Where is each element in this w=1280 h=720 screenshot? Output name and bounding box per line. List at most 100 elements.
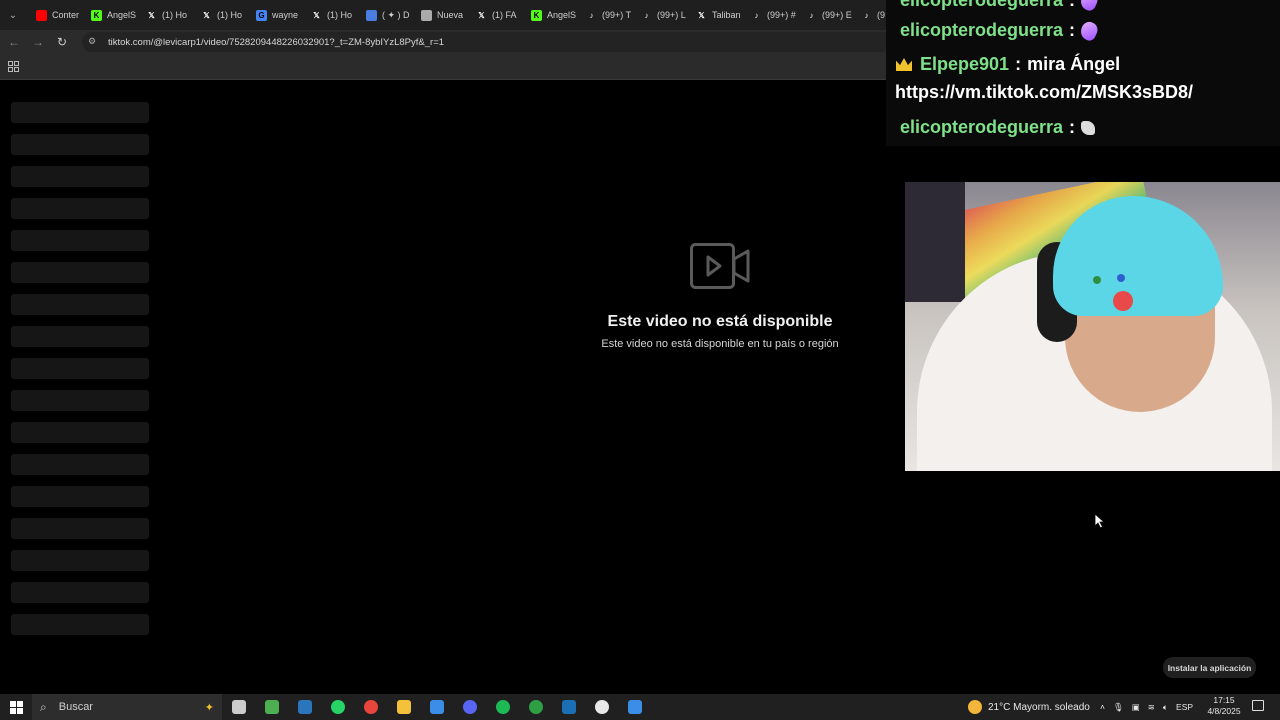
kick-icon: K <box>531 9 542 21</box>
chat-message: elicopterodeguerra : <box>900 18 1101 43</box>
network-icon[interactable]: ▣ <box>1132 702 1140 713</box>
tab-title: (1) Ho <box>217 10 243 20</box>
steam-icon[interactable] <box>552 694 585 720</box>
chat-username: Elpepe901 <box>920 54 1010 74</box>
tab-title: Conter <box>52 10 80 20</box>
kick-icon: K <box>91 9 102 21</box>
chat-username: elicopterodeguerra <box>900 0 1064 10</box>
skeleton-row <box>11 518 149 539</box>
tab-title: (9 <box>877 10 886 20</box>
tiktok-icon: ♪ <box>864 10 869 20</box>
tab-title: Taliban <box>712 10 741 20</box>
clock[interactable]: 17:15 4/8/2025 <box>1201 695 1247 717</box>
tab-search-dropdown-icon[interactable]: ⌄ <box>4 6 22 24</box>
video-unavailable-icon <box>690 243 750 289</box>
skeleton-row <box>11 582 149 603</box>
steam-icon[interactable] <box>288 694 321 720</box>
chrome-icon <box>421 9 432 21</box>
browser-tab[interactable]: Nueva <box>415 2 470 28</box>
tiktok-icon: ♪ <box>754 10 759 20</box>
tiktok-icon: ♪ <box>644 10 649 20</box>
microphone-icon[interactable]: 🎙︎ <box>1113 702 1124 713</box>
tab-title: Nueva <box>437 10 464 20</box>
apps-grid-icon[interactable] <box>8 61 19 72</box>
app-icon[interactable] <box>420 694 453 720</box>
chat-link: https://vm.tiktok.com/ZMSK3sBD8/ <box>895 82 1194 102</box>
forward-icon[interactable]: → <box>28 32 48 52</box>
minecraft-icon[interactable] <box>255 694 288 720</box>
screen: ⌄ Conter K AngelS 𝕏 (1) Ho 𝕏 (1) Ho Gwayne 𝕏 (1) … <box>0 0 1280 720</box>
skeleton-row <box>11 326 149 347</box>
skeleton-row <box>11 614 149 635</box>
webcam-overlay <box>905 182 1280 471</box>
hands-emote-icon <box>1081 120 1096 135</box>
skeleton-row <box>11 102 149 123</box>
sparkle-icon: ✦ <box>204 701 214 714</box>
unavailable-title: Este video no está disponible <box>607 313 833 330</box>
browser-tab[interactable]: ♪ (99+) T <box>580 2 635 28</box>
x-icon: 𝕏 <box>148 10 155 20</box>
skeleton-row <box>11 550 149 571</box>
back-icon[interactable]: ← <box>4 32 24 52</box>
spotify-icon[interactable] <box>486 694 519 720</box>
whatsapp-icon[interactable] <box>321 694 354 720</box>
system-tray: ˄ 🎙︎ ▣ ≋ 🔈︎ ESP <box>1100 694 1193 720</box>
language-indicator[interactable]: ESP <box>1176 702 1193 712</box>
xbox-icon[interactable] <box>519 694 552 720</box>
stream-chat-overlay: elicopterodeguerra : elicopterodeguerra … <box>886 0 1280 146</box>
browser-tab[interactable]: 𝕏 (1) Ho <box>140 2 195 28</box>
clock-date: 4/8/2025 <box>1207 706 1241 716</box>
weather-widget[interactable]: 21°C Mayorm. soleado <box>968 694 1090 720</box>
discord-icon[interactable] <box>453 694 486 720</box>
search-placeholder: Buscar <box>58 701 93 713</box>
volume-icon[interactable]: 🔈︎ <box>1163 702 1168 713</box>
tab-title: (99+) T <box>602 10 632 20</box>
browser-tab[interactable]: ♪ (99+) # <box>745 2 800 28</box>
wifi-icon[interactable]: ≋ <box>1148 702 1155 713</box>
browser-tab[interactable]: K AngelS <box>85 2 140 28</box>
browser-tab[interactable]: K AngelS <box>525 2 580 28</box>
browser-tab[interactable]: 𝕏 (1) FA <box>470 2 525 28</box>
skeleton-row <box>11 390 149 411</box>
browser-tab[interactable]: 𝕏 (1) Ho <box>195 2 250 28</box>
taskbar: ⌕ Buscar ✦ 21°C Mayorm. soleado ˄ 🎙︎ ▣ ≋… <box>0 694 1280 720</box>
feather-emote-icon <box>1077 0 1101 13</box>
chat-username: elicopterodeguerra <box>900 20 1064 40</box>
task-view-icon[interactable] <box>222 694 255 720</box>
x-icon: 𝕏 <box>478 10 485 20</box>
browser-tab[interactable]: 𝕏 Taliban <box>690 2 745 28</box>
browser-tab[interactable]: 𝕏 (1) Ho <box>305 2 360 28</box>
browser-tab[interactable]: ♪ (99+) E <box>800 2 855 28</box>
feather-emote-icon <box>1077 18 1101 43</box>
chat-separator: : <box>1015 54 1022 74</box>
skeleton-row <box>11 454 149 475</box>
install-app-button[interactable]: Instalar la aplicación <box>1163 657 1256 678</box>
notification-icon[interactable] <box>1252 700 1264 711</box>
taskbar-search[interactable]: ⌕ Buscar ✦ <box>32 694 222 720</box>
browser-tab[interactable]: Conter <box>30 2 85 28</box>
app-icon[interactable] <box>618 694 651 720</box>
browser-tab[interactable]: ( ✦ ) D <box>360 2 415 28</box>
youtube-icon <box>36 9 47 21</box>
address-bar[interactable]: ⚙ tiktok.com/@levicarp1/video/7528209448… <box>82 32 892 52</box>
start-button[interactable] <box>0 694 32 720</box>
chevron-up-icon[interactable]: ˄ <box>1100 702 1105 712</box>
weather-text: 21°C Mayorm. soleado <box>988 701 1090 713</box>
chrome-icon[interactable] <box>354 694 387 720</box>
chat-separator: : <box>1069 117 1076 137</box>
chat-separator: : <box>1069 20 1076 40</box>
search-icon: ⌕ <box>40 699 47 714</box>
x-icon: 𝕏 <box>313 10 320 20</box>
clock-time: 17:15 <box>1213 695 1235 705</box>
reload-icon[interactable]: ↻ <box>52 32 72 52</box>
tab-title: (99+) L <box>657 10 686 20</box>
file-explorer-icon[interactable] <box>387 694 420 720</box>
skeleton-row <box>11 166 149 187</box>
browser-tab[interactable]: Gwayne <box>250 2 305 28</box>
chat-message: elicopterodeguerra : <box>900 117 1096 138</box>
tab-title: (1) Ho <box>327 10 353 20</box>
site-info-icon[interactable]: ⚙ <box>88 36 100 48</box>
tab-title: (99+) # <box>767 10 796 20</box>
obs-icon[interactable] <box>585 694 618 720</box>
browser-tab[interactable]: ♪ (99+) L <box>635 2 690 28</box>
